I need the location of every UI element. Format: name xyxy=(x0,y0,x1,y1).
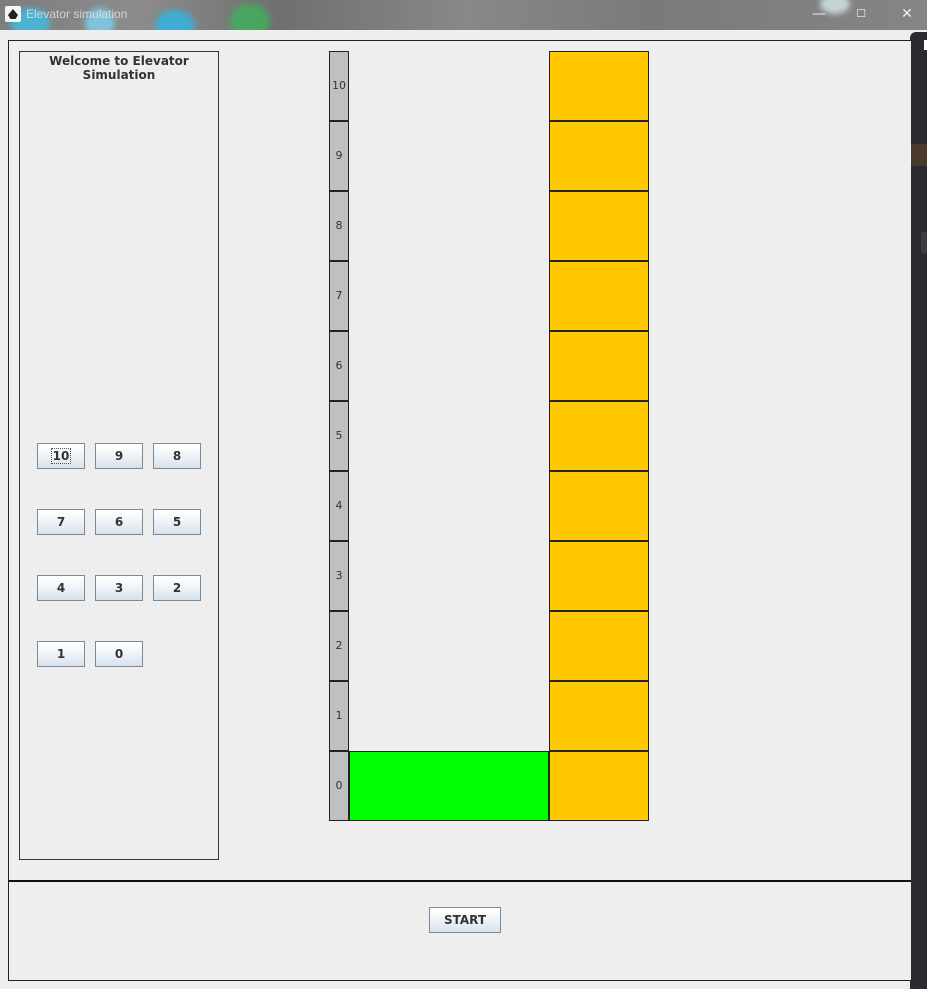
floor-button-6[interactable]: 6 xyxy=(95,509,143,535)
floor-label-10: 10 xyxy=(329,51,349,121)
floor-label-7: 7 xyxy=(329,261,349,331)
window-title: Elevator simulation xyxy=(26,7,128,21)
floor-label-8: 8 xyxy=(329,191,349,261)
background-window-edge xyxy=(910,32,927,989)
panel-title: Welcome to Elevator Simulation xyxy=(49,54,189,82)
floor-cell-10 xyxy=(549,51,649,121)
floor-label-9: 9 xyxy=(329,121,349,191)
close-button[interactable]: ✕ xyxy=(898,5,916,23)
floor-cell-8 xyxy=(549,191,649,261)
floor-button-10[interactable]: 10 xyxy=(37,443,85,469)
window-title-bar[interactable]: Elevator simulation — ☐ ✕ xyxy=(0,0,927,30)
minimize-button[interactable]: — xyxy=(810,5,828,23)
floor-cell-1 xyxy=(549,681,649,751)
floor-cell-6 xyxy=(549,331,649,401)
background-window-highlight xyxy=(910,144,927,166)
floor-cell-5 xyxy=(549,401,649,471)
app-icon xyxy=(5,6,21,22)
floor-cell-9 xyxy=(549,121,649,191)
floor-button-9[interactable]: 9 xyxy=(95,443,143,469)
floor-label-1: 1 xyxy=(329,681,349,751)
floor-cell-4 xyxy=(549,471,649,541)
floor-button-label: 10 xyxy=(50,448,72,464)
floor-label-3: 3 xyxy=(329,541,349,611)
floor-button-8[interactable]: 8 xyxy=(153,443,201,469)
floor-label-6: 6 xyxy=(329,331,349,401)
floor-label-5: 5 xyxy=(329,401,349,471)
floor-cell-2 xyxy=(549,611,649,681)
floor-button-2[interactable]: 2 xyxy=(153,575,201,601)
start-button[interactable]: START xyxy=(429,907,501,933)
maximize-button[interactable]: ☐ xyxy=(852,5,870,23)
floor-cell-7 xyxy=(549,261,649,331)
floor-button-3[interactable]: 3 xyxy=(95,575,143,601)
background-window-control xyxy=(921,232,927,254)
floor-button-7[interactable]: 7 xyxy=(37,509,85,535)
floor-button-4[interactable]: 4 xyxy=(37,575,85,601)
floor-label-4: 4 xyxy=(329,471,349,541)
elevator-car xyxy=(349,751,549,821)
floor-button-0[interactable]: 0 xyxy=(95,641,143,667)
floor-button-1[interactable]: 1 xyxy=(37,641,85,667)
floor-label-0: 0 xyxy=(329,751,349,821)
floor-label-2: 2 xyxy=(329,611,349,681)
floor-button-5[interactable]: 5 xyxy=(153,509,201,535)
floor-cell-0 xyxy=(549,751,649,821)
floor-cell-3 xyxy=(549,541,649,611)
